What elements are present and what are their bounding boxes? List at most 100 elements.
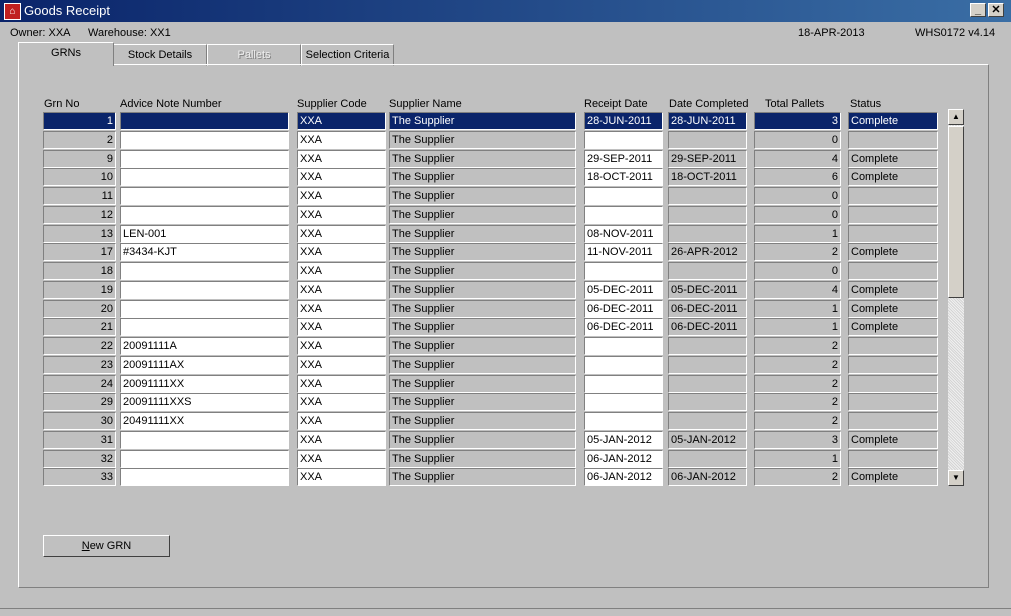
advice-note-field[interactable]: 20491111XX xyxy=(120,412,289,430)
total-pallets-field[interactable]: 3 xyxy=(754,430,841,449)
supplier-code-field[interactable]: XXA xyxy=(297,374,386,393)
date-completed-field[interactable] xyxy=(668,224,747,243)
supplier-name-field[interactable]: The Supplier xyxy=(389,412,576,430)
grn-no-field[interactable]: 30 xyxy=(43,412,116,430)
new-grn-button[interactable]: New GRN xyxy=(43,535,170,557)
receipt-date-field[interactable] xyxy=(584,355,663,374)
total-pallets-field[interactable]: 2 xyxy=(754,355,841,374)
advice-note-field[interactable] xyxy=(120,187,289,205)
supplier-name-field[interactable]: The Supplier xyxy=(389,130,576,149)
table-row[interactable]: 23 20091111AX XXA The Supplier 2 xyxy=(0,355,1011,375)
supplier-code-field[interactable]: XXA xyxy=(297,187,386,205)
date-completed-field[interactable] xyxy=(668,130,747,149)
grn-no-field[interactable]: 33 xyxy=(43,468,116,487)
status-field[interactable] xyxy=(848,224,938,243)
total-pallets-field[interactable]: 4 xyxy=(754,280,841,299)
receipt-date-field[interactable]: 11-NOV-2011 xyxy=(584,243,663,262)
status-field[interactable] xyxy=(848,449,938,468)
advice-note-field[interactable]: 20091111A xyxy=(120,337,289,355)
supplier-code-field[interactable]: XXA xyxy=(297,243,386,262)
status-field[interactable]: Complete xyxy=(848,280,938,299)
receipt-date-field[interactable]: 06-DEC-2011 xyxy=(584,299,663,318)
table-row[interactable]: 19 XXA The Supplier 05-DEC-2011 05-DEC-2011 4… xyxy=(0,280,1011,300)
receipt-date-field[interactable] xyxy=(584,187,663,205)
grn-no-field[interactable]: 13 xyxy=(43,224,116,243)
supplier-name-field[interactable]: The Supplier xyxy=(389,468,576,487)
date-completed-field[interactable]: 29-SEP-2011 xyxy=(668,149,747,168)
supplier-code-field[interactable]: XXA xyxy=(297,112,386,130)
date-completed-field[interactable]: 06-DEC-2011 xyxy=(668,318,747,337)
advice-note-field[interactable]: 20091111AX xyxy=(120,355,289,374)
receipt-date-field[interactable]: 06-JAN-2012 xyxy=(584,468,663,487)
supplier-name-field[interactable]: The Supplier xyxy=(389,168,576,187)
total-pallets-field[interactable]: 2 xyxy=(754,374,841,393)
advice-note-field[interactable]: 20091111XX xyxy=(120,374,289,393)
receipt-date-field[interactable]: 05-JAN-2012 xyxy=(584,430,663,449)
supplier-code-field[interactable]: XXA xyxy=(297,318,386,337)
advice-note-field[interactable] xyxy=(120,280,289,299)
grn-no-field[interactable]: 24 xyxy=(43,374,116,393)
table-row[interactable]: 2 XXA The Supplier 0 xyxy=(0,130,1011,150)
date-completed-field[interactable]: 06-JAN-2012 xyxy=(668,468,747,487)
table-row[interactable]: 11 XXA The Supplier 0 xyxy=(0,187,1011,206)
advice-note-field[interactable]: LEN-001 xyxy=(120,224,289,243)
table-row[interactable]: 24 20091111XX XXA The Supplier 2 xyxy=(0,374,1011,394)
supplier-code-field[interactable]: XXA xyxy=(297,393,386,412)
total-pallets-field[interactable]: 2 xyxy=(754,337,841,355)
date-completed-field[interactable]: 26-APR-2012 xyxy=(668,243,747,262)
supplier-name-field[interactable]: The Supplier xyxy=(389,374,576,393)
table-row[interactable]: 10 XXA The Supplier 18-OCT-2011 18-OCT-2011 6… xyxy=(0,168,1011,187)
supplier-name-field[interactable]: The Supplier xyxy=(389,318,576,337)
supplier-code-field[interactable]: XXA xyxy=(297,468,386,487)
table-row[interactable]: 13 LEN-001 XXA The Supplier 08-NOV-2011 1 xyxy=(0,224,1011,244)
total-pallets-field[interactable]: 1 xyxy=(754,318,841,337)
total-pallets-field[interactable]: 3 xyxy=(754,112,841,130)
grn-no-field[interactable]: 18 xyxy=(43,262,116,280)
tab-grns[interactable]: GRNs xyxy=(18,42,114,66)
grn-no-field[interactable]: 17 xyxy=(43,243,116,262)
grn-no-field[interactable]: 22 xyxy=(43,337,116,355)
grn-no-field[interactable]: 19 xyxy=(43,280,116,299)
date-completed-field[interactable]: 05-JAN-2012 xyxy=(668,430,747,449)
advice-note-field[interactable] xyxy=(120,262,289,280)
receipt-date-field[interactable]: 05-DEC-2011 xyxy=(584,280,663,299)
table-row[interactable]: 9 XXA The Supplier 29-SEP-2011 29-SEP-2011 4 C… xyxy=(0,149,1011,169)
total-pallets-field[interactable]: 0 xyxy=(754,130,841,149)
supplier-name-field[interactable]: The Supplier xyxy=(389,262,576,280)
date-completed-field[interactable] xyxy=(668,337,747,355)
date-completed-field[interactable]: 18-OCT-2011 xyxy=(668,168,747,187)
grn-no-field[interactable]: 2 xyxy=(43,130,116,149)
date-completed-field[interactable] xyxy=(668,355,747,374)
supplier-name-field[interactable]: The Supplier xyxy=(389,280,576,299)
supplier-code-field[interactable]: XXA xyxy=(297,412,386,430)
receipt-date-field[interactable]: 06-JAN-2012 xyxy=(584,449,663,468)
supplier-name-field[interactable]: The Supplier xyxy=(389,299,576,318)
advice-note-field[interactable] xyxy=(120,130,289,149)
receipt-date-field[interactable]: 08-NOV-2011 xyxy=(584,224,663,243)
date-completed-field[interactable] xyxy=(668,412,747,430)
supplier-name-field[interactable]: The Supplier xyxy=(389,393,576,412)
grn-no-field[interactable]: 21 xyxy=(43,318,116,337)
grn-no-field[interactable]: 23 xyxy=(43,355,116,374)
close-button[interactable]: ✕ xyxy=(988,3,1004,17)
supplier-code-field[interactable]: XXA xyxy=(297,337,386,355)
table-row[interactable]: 32 XXA The Supplier 06-JAN-2012 1 xyxy=(0,449,1011,469)
supplier-name-field[interactable]: The Supplier xyxy=(389,224,576,243)
table-row[interactable]: 30 20491111XX XXA The Supplier 2 xyxy=(0,412,1011,431)
table-row[interactable]: 20 XXA The Supplier 06-DEC-2011 06-DEC-2011 1… xyxy=(0,299,1011,319)
status-field[interactable] xyxy=(848,337,938,355)
status-field[interactable] xyxy=(848,187,938,205)
minimize-button[interactable]: _ xyxy=(970,3,986,17)
advice-note-field[interactable] xyxy=(120,168,289,187)
total-pallets-field[interactable]: 2 xyxy=(754,243,841,262)
status-field[interactable] xyxy=(848,412,938,430)
date-completed-field[interactable] xyxy=(668,262,747,280)
total-pallets-field[interactable]: 6 xyxy=(754,168,841,187)
date-completed-field[interactable]: 05-DEC-2011 xyxy=(668,280,747,299)
scrollbar-thumb[interactable] xyxy=(948,126,964,298)
grn-no-field[interactable]: 10 xyxy=(43,168,116,187)
receipt-date-field[interactable] xyxy=(584,262,663,280)
receipt-date-field[interactable]: 18-OCT-2011 xyxy=(584,168,663,187)
advice-note-field[interactable] xyxy=(120,149,289,168)
total-pallets-field[interactable]: 1 xyxy=(754,224,841,243)
